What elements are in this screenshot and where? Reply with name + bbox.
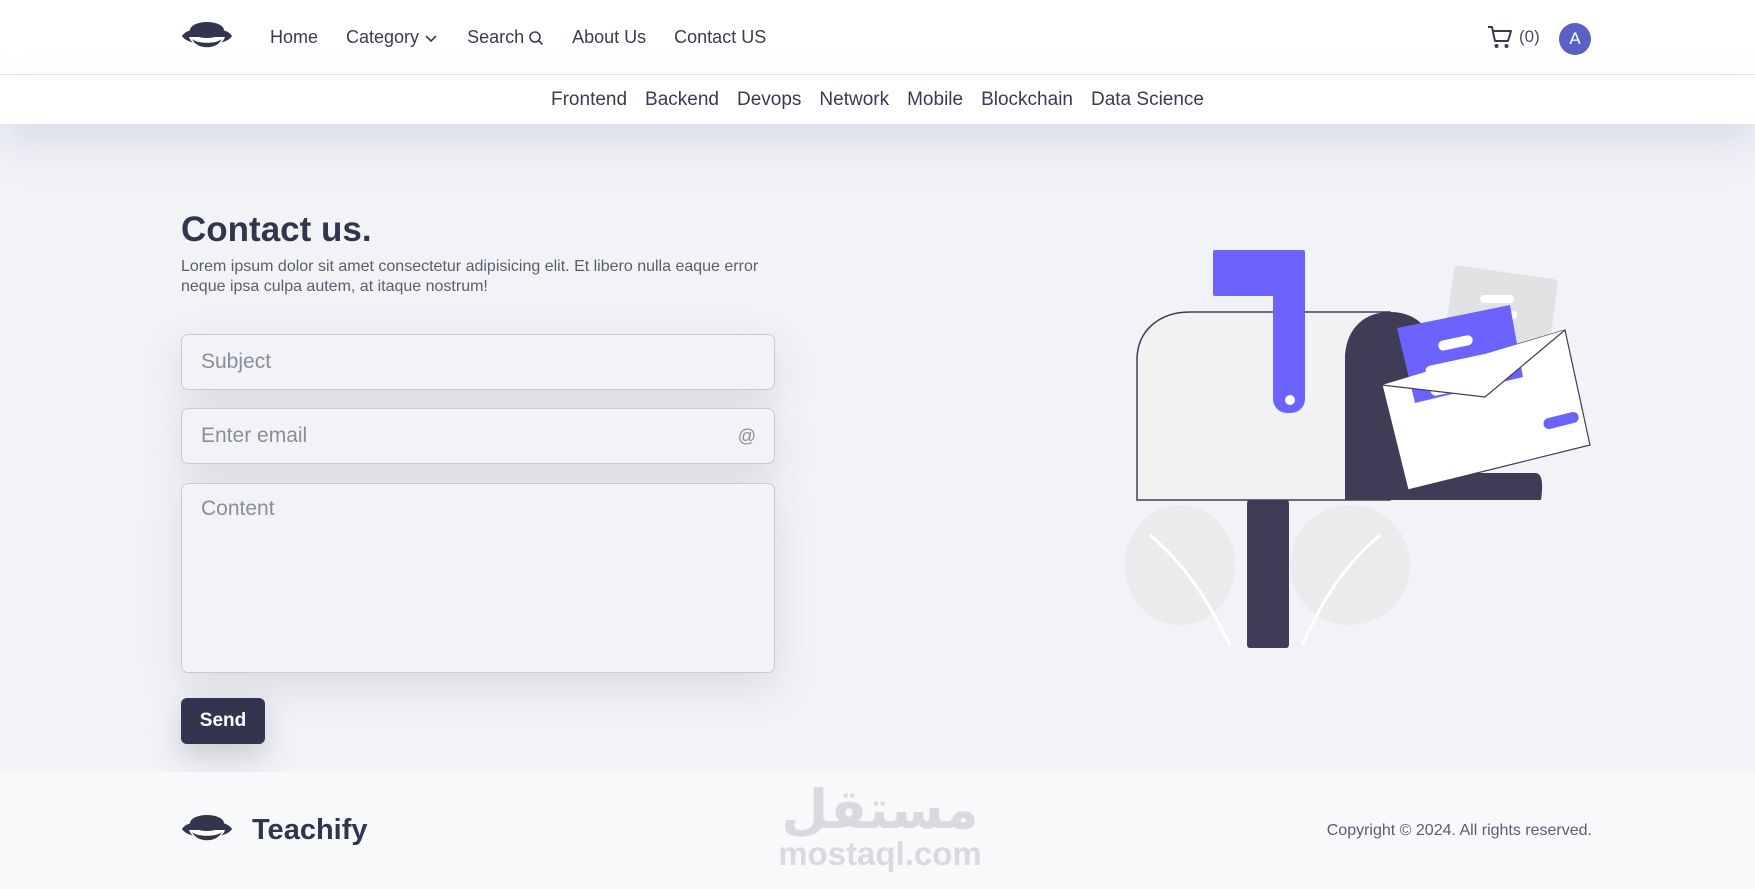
- page-title: Contact us.: [181, 210, 372, 249]
- cart-count: (0): [1519, 27, 1540, 46]
- subnav-item-frontend[interactable]: Frontend: [551, 89, 627, 111]
- send-button[interactable]: Send: [181, 698, 265, 744]
- watermark-arabic: مستقل: [781, 780, 979, 840]
- watermark: مستقل mostaql.com: [770, 772, 990, 889]
- nav-contact-us[interactable]: Contact US: [674, 27, 766, 48]
- subnav-item-network[interactable]: Network: [819, 89, 889, 111]
- subject-placeholder: Subject: [201, 350, 272, 373]
- nav-search[interactable]: Search: [467, 27, 544, 48]
- subnav-item-backend[interactable]: Backend: [645, 89, 719, 111]
- avatar[interactable]: A: [1559, 23, 1591, 55]
- watermark-english: mostaql.com: [778, 835, 982, 872]
- mailbox-illustration: [1125, 250, 1591, 648]
- main-nav: Home Category Search About Us Contact US: [270, 0, 766, 75]
- nav-category[interactable]: Category: [346, 27, 439, 48]
- page-description: Lorem ipsum dolor sit amet consectetur a…: [181, 258, 759, 295]
- nav-contact-us-label: Contact US: [674, 27, 767, 47]
- chevron-down-icon: [425, 34, 437, 42]
- search-icon: [529, 30, 544, 45]
- cart-icon: [1488, 26, 1512, 48]
- nav-home[interactable]: Home: [270, 27, 318, 48]
- email-placeholder: Enter email: [201, 424, 308, 447]
- copyright-text: Copyright © 2024. All rights reserved.: [1326, 822, 1592, 839]
- subnav-item-mobile[interactable]: Mobile: [907, 89, 963, 111]
- nav-category-label: Category: [346, 27, 420, 47]
- cart-button[interactable]: (0): [1486, 23, 1540, 51]
- subnav-item-devops[interactable]: Devops: [737, 89, 801, 111]
- subject-input[interactable]: Subject: [181, 334, 775, 390]
- nav-about-us[interactable]: About Us: [572, 27, 646, 48]
- site-logo[interactable]: [180, 17, 234, 57]
- at-icon: @: [737, 425, 756, 446]
- nav-home-label: Home: [270, 27, 319, 47]
- category-subnav: Frontend Backend Devops Network Mobile B…: [0, 75, 1755, 124]
- top-header: Home Category Search About Us Contact US…: [0, 0, 1755, 75]
- nav-about-us-label: About Us: [572, 27, 647, 47]
- subnav-item-data-science[interactable]: Data Science: [1091, 89, 1204, 111]
- footer-logo[interactable]: [180, 810, 234, 850]
- subnav-item-blockchain[interactable]: Blockchain: [981, 89, 1073, 111]
- content-placeholder: Content: [201, 497, 275, 520]
- site-footer: Teachify مستقل mostaql.com Copyright © 2…: [0, 772, 1755, 889]
- nav-search-label: Search: [467, 27, 525, 47]
- footer-brand: Teachify: [252, 814, 368, 846]
- email-field[interactable]: Enter email @: [181, 408, 775, 464]
- content-textarea[interactable]: Content: [181, 483, 775, 673]
